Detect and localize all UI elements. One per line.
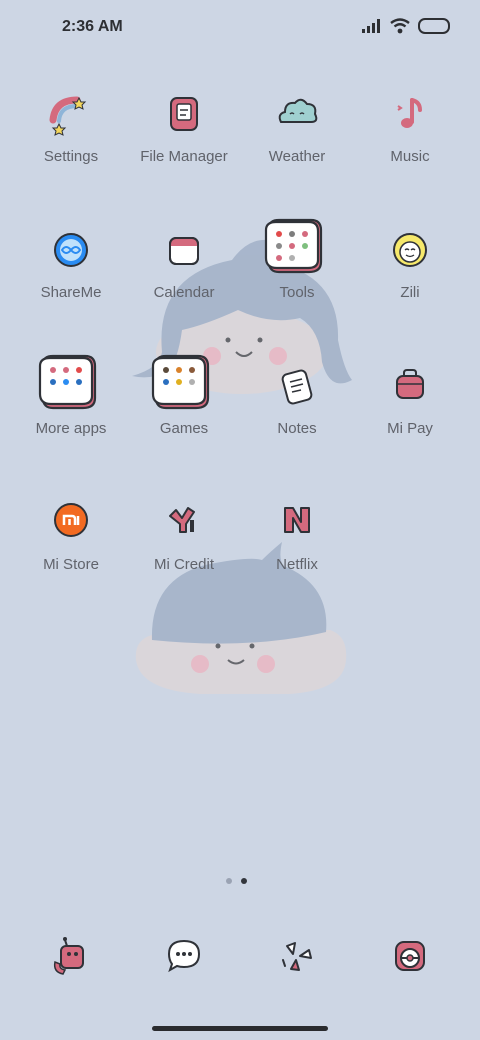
app-label: More apps xyxy=(35,420,107,437)
shareme-icon xyxy=(54,233,88,267)
browser-icon xyxy=(395,941,425,971)
wallet-icon xyxy=(396,369,424,399)
app-label: Weather xyxy=(268,148,326,165)
home-indicator[interactable] xyxy=(152,1026,328,1031)
app-label: Mi Pay xyxy=(387,420,433,437)
app-music[interactable]: Music xyxy=(354,82,466,192)
rainbow-icon xyxy=(49,96,87,136)
app-label: File Manager xyxy=(140,148,228,165)
app-settings[interactable]: Settings xyxy=(15,82,127,192)
battery-icon xyxy=(418,18,450,34)
status-bar: 2:36 AM xyxy=(0,0,480,56)
app-shareme[interactable]: ShareMe xyxy=(15,218,127,328)
wifi-icon xyxy=(390,18,410,34)
zili-icon xyxy=(393,233,427,267)
folder-icon xyxy=(264,218,323,274)
dock-browser[interactable] xyxy=(386,932,434,980)
app-weather[interactable]: Weather xyxy=(241,82,353,192)
app-label: Tools xyxy=(279,284,315,301)
mi-store-icon xyxy=(54,503,88,537)
app-mi-credit[interactable]: Mi Credit xyxy=(128,490,240,600)
app-mi-store[interactable]: Mi Store xyxy=(15,490,127,600)
chat-bubble-icon xyxy=(167,939,201,973)
page-dot[interactable] xyxy=(226,878,232,884)
app-label: Notes xyxy=(277,420,317,437)
mi-credit-icon xyxy=(169,507,195,533)
netflix-icon xyxy=(284,507,310,533)
app-label: Games xyxy=(159,420,209,437)
app-label: Mi Credit xyxy=(153,556,214,573)
folder-tools[interactable]: Tools xyxy=(241,218,353,328)
app-label: Zili xyxy=(400,284,420,301)
status-time: 2:36 AM xyxy=(62,18,123,35)
page-indicator[interactable] xyxy=(226,878,247,884)
folder-more-apps[interactable]: More apps xyxy=(15,354,127,464)
app-label: ShareMe xyxy=(40,284,102,301)
app-file-manager[interactable]: File Manager xyxy=(128,82,240,192)
app-mi-pay[interactable]: Mi Pay xyxy=(354,354,466,464)
folder-icon xyxy=(38,354,97,410)
dock-camera[interactable] xyxy=(273,932,321,980)
notes-icon xyxy=(281,369,313,405)
app-label: Music xyxy=(390,148,430,165)
folder-icon xyxy=(151,354,210,410)
calendar-icon xyxy=(169,237,199,265)
cloud-icon xyxy=(278,98,318,123)
app-calendar[interactable]: Calendar xyxy=(128,218,240,328)
file-manager-icon xyxy=(170,97,198,131)
status-icons xyxy=(362,18,450,34)
folder-games[interactable]: Games xyxy=(128,354,240,464)
dock-phone[interactable] xyxy=(47,932,95,980)
aperture-icon xyxy=(282,942,312,971)
dock-messages[interactable] xyxy=(160,932,208,980)
app-label: Settings xyxy=(43,148,99,165)
app-netflix[interactable]: Netflix xyxy=(241,490,353,600)
app-label: Netflix xyxy=(276,556,318,573)
app-label: Calendar xyxy=(153,284,215,301)
phone-icon xyxy=(53,937,84,975)
page-dot-active[interactable] xyxy=(241,878,247,884)
app-label: Mi Store xyxy=(43,556,99,573)
music-note-icon xyxy=(397,98,422,128)
app-notes[interactable]: Notes xyxy=(241,354,353,464)
app-zili[interactable]: Zili xyxy=(354,218,466,328)
signal-icon xyxy=(362,19,380,33)
